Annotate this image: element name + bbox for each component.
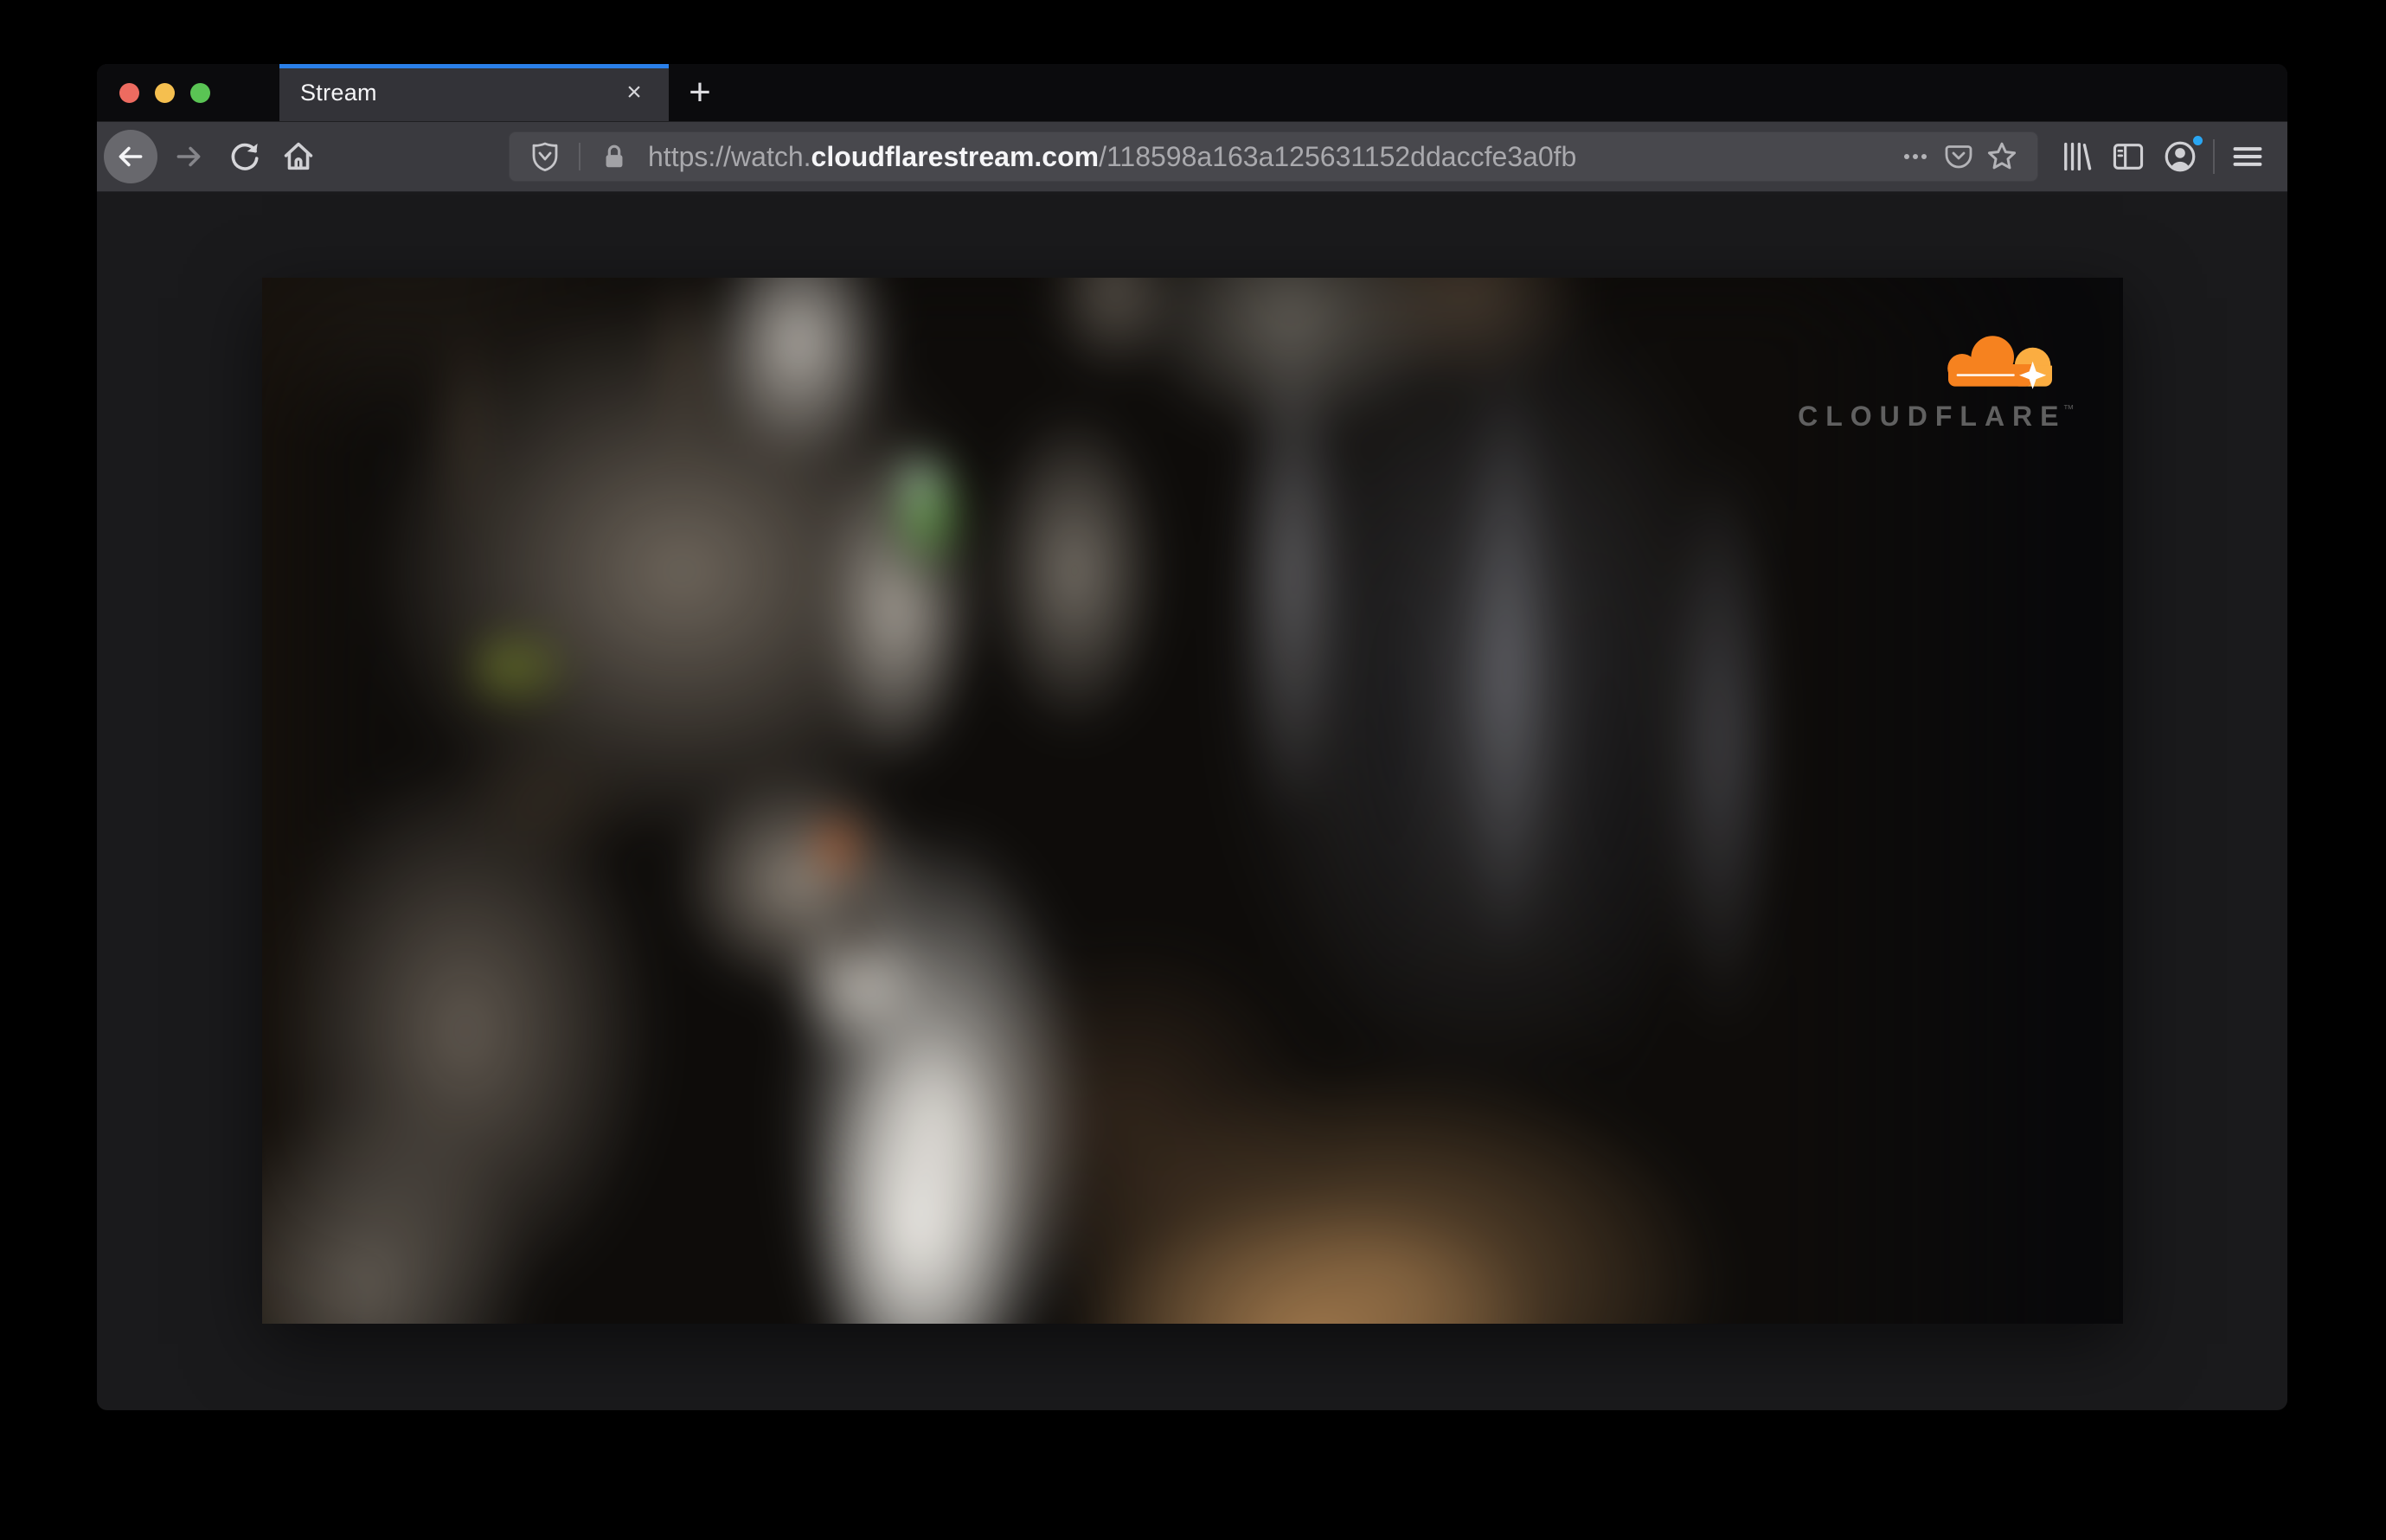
toolbar-right-cluster — [2050, 131, 2274, 183]
save-to-pocket-button[interactable] — [1937, 135, 1980, 178]
back-icon — [119, 146, 143, 167]
library-button[interactable] — [2050, 131, 2102, 183]
tab-stream[interactable]: Stream × — [279, 64, 669, 121]
account-button[interactable] — [2154, 131, 2206, 183]
home-button[interactable] — [274, 132, 323, 181]
video-player[interactable]: CLOUDFLARE ™ — [261, 277, 2123, 1324]
zoom-window-button[interactable] — [190, 82, 210, 103]
library-icon — [2064, 142, 2092, 171]
tracking-protection-shield-icon — [532, 142, 558, 171]
url-text[interactable]: https://watch.cloudflarestream.com/11859… — [648, 141, 1894, 173]
back-button[interactable] — [104, 130, 157, 183]
active-tab-accent-line — [279, 64, 669, 68]
url-path: /118598a163a125631152ddaccfe3a0fb — [1099, 140, 1577, 172]
url-prefix: https://watch. — [648, 140, 811, 172]
cloudflare-cloud-icon — [1947, 335, 2052, 389]
url-domain: cloudflarestream.com — [811, 140, 1100, 172]
page-content: CLOUDFLARE ™ — [97, 192, 2287, 1408]
forward-icon — [176, 146, 201, 167]
navigation-toolbar: https://watch.cloudflarestream.com/11859… — [97, 121, 2287, 192]
home-icon — [284, 142, 313, 170]
cloudflare-logo: CLOUDFLARE ™ — [1787, 328, 2075, 482]
close-window-button[interactable] — [119, 82, 139, 103]
url-bar[interactable]: https://watch.cloudflarestream.com/11859… — [509, 132, 2038, 182]
account-notification-dot — [2191, 134, 2204, 147]
page-actions-dots-icon — [1904, 154, 1927, 159]
cloudflare-wordmark: CLOUDFLARE ™ — [1798, 401, 2074, 433]
sidebar-icon — [2113, 144, 2144, 170]
window-controls — [119, 64, 210, 121]
pocket-icon — [1945, 145, 1972, 169]
browser-window: Stream × + https://watch.cloudflarestrea… — [97, 64, 2287, 1410]
new-tab-button[interactable]: + — [678, 71, 722, 114]
page-actions-button[interactable] — [1894, 135, 1937, 178]
menu-icon — [2233, 147, 2262, 166]
tab-strip: Stream × + — [97, 64, 2287, 121]
urlbar-divider — [579, 143, 580, 170]
minimize-window-button[interactable] — [155, 82, 175, 103]
lock-icon — [606, 144, 623, 168]
toolbar-divider — [2213, 139, 2215, 174]
cloudflare-trademark: ™ — [2062, 401, 2075, 415]
tracking-protection-button[interactable] — [523, 135, 567, 178]
bookmark-button[interactable] — [1980, 135, 2024, 178]
menu-button[interactable] — [2222, 131, 2274, 183]
forward-button[interactable] — [164, 132, 213, 181]
reload-button[interactable] — [221, 132, 269, 181]
bookmark-star-icon — [1987, 142, 2017, 170]
tab-title: Stream — [300, 79, 377, 106]
sidebar-toggle-button[interactable] — [2102, 131, 2154, 183]
site-security-button[interactable] — [593, 135, 636, 178]
tab-close-icon[interactable]: × — [619, 77, 650, 108]
cloudflare-brand-text: CLOUDFLARE — [1798, 400, 2067, 432]
reload-icon — [231, 143, 259, 170]
